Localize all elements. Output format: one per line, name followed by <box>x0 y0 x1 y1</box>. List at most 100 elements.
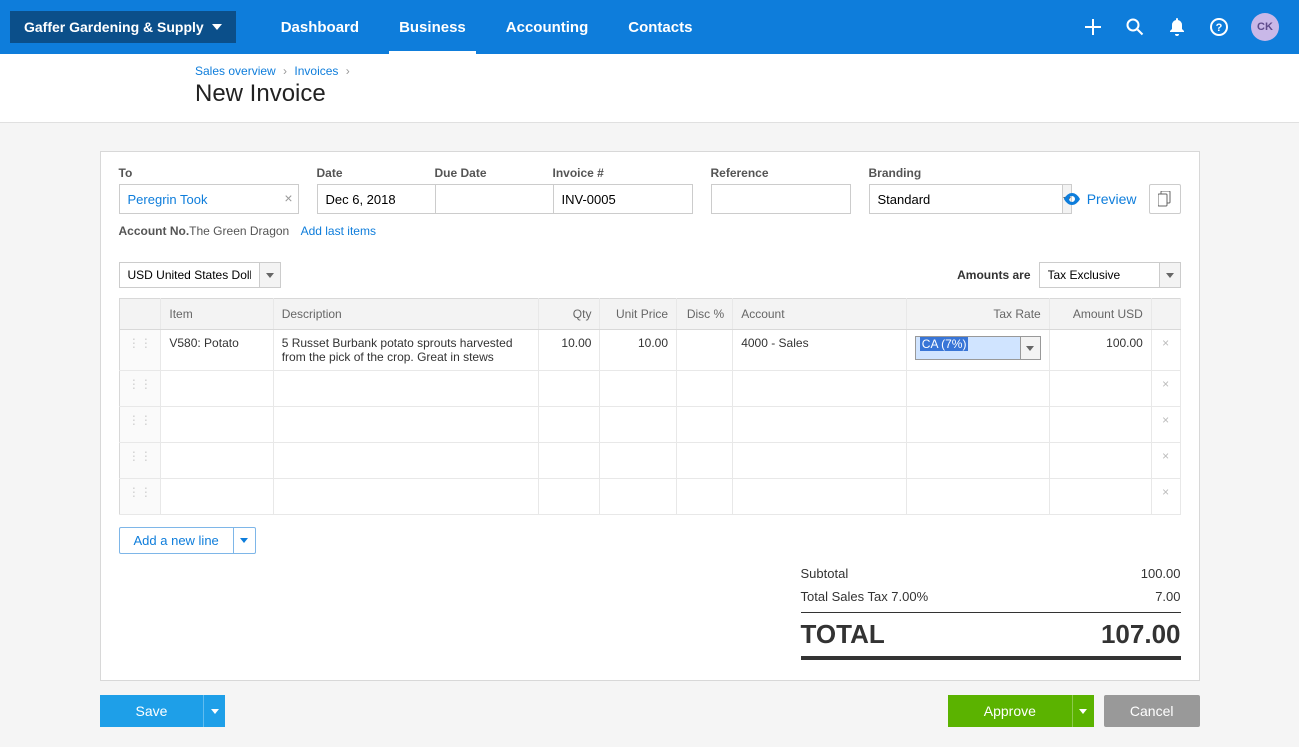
disc-cell[interactable] <box>677 443 733 479</box>
col-amount[interactable]: Amount USD <box>1049 299 1151 330</box>
date-label[interactable]: Date <box>317 166 417 180</box>
account-cell[interactable] <box>733 371 907 407</box>
qty-cell[interactable]: 10.00 <box>539 330 600 371</box>
currency-dropdown-button[interactable] <box>259 262 281 288</box>
delete-row-icon[interactable]: × <box>1151 407 1180 443</box>
invoice-no-input[interactable] <box>553 184 693 214</box>
col-unit-price[interactable]: Unit Price <box>600 299 677 330</box>
item-cell[interactable] <box>161 371 273 407</box>
item-cell[interactable] <box>161 443 273 479</box>
due-date-label[interactable]: Due Date <box>435 166 535 180</box>
table-row[interactable]: ⋮⋮ V580: Potato 5 Russet Burbank potato … <box>119 330 1180 371</box>
branding-label[interactable]: Branding <box>869 166 1019 180</box>
col-qty[interactable]: Qty <box>539 299 600 330</box>
tax-rate-cell[interactable] <box>906 443 1049 479</box>
nav-contacts[interactable]: Contacts <box>608 1 712 54</box>
col-account[interactable]: Account <box>733 299 907 330</box>
plus-icon[interactable] <box>1083 17 1103 37</box>
disc-cell[interactable] <box>677 330 733 371</box>
tax-rate-cell[interactable] <box>906 407 1049 443</box>
tax-rate-dropdown-button[interactable] <box>1021 336 1041 360</box>
reference-label[interactable]: Reference <box>711 166 851 180</box>
col-item[interactable]: Item <box>161 299 273 330</box>
disc-cell[interactable] <box>677 371 733 407</box>
account-cell[interactable] <box>733 443 907 479</box>
col-tax-rate[interactable]: Tax Rate <box>906 299 1049 330</box>
account-cell[interactable] <box>733 479 907 515</box>
bell-icon[interactable] <box>1167 17 1187 37</box>
nav-dashboard[interactable]: Dashboard <box>261 1 379 54</box>
unit-price-cell[interactable] <box>600 407 677 443</box>
unit-price-cell[interactable] <box>600 479 677 515</box>
delete-row-icon[interactable]: × <box>1151 330 1180 371</box>
invoice-no-label[interactable]: Invoice # <box>553 166 693 180</box>
account-cell[interactable]: 4000 - Sales <box>733 330 907 371</box>
drag-handle-icon[interactable]: ⋮⋮ <box>119 407 161 443</box>
table-row[interactable]: ⋮⋮ × <box>119 443 1180 479</box>
qty-cell[interactable] <box>539 443 600 479</box>
description-cell[interactable] <box>273 407 539 443</box>
description-cell[interactable] <box>273 371 539 407</box>
drag-handle-icon[interactable]: ⋮⋮ <box>119 443 161 479</box>
add-last-items-link[interactable]: Add last items <box>301 224 376 238</box>
to-input[interactable] <box>119 184 299 214</box>
description-cell[interactable] <box>273 479 539 515</box>
disc-cell[interactable] <box>677 407 733 443</box>
branding-select[interactable] <box>869 184 1062 214</box>
add-line-button[interactable]: Add a new line <box>119 527 234 554</box>
amounts-are-select[interactable] <box>1039 262 1159 288</box>
preview-link[interactable]: Preview <box>1063 191 1137 207</box>
reference-input[interactable] <box>711 184 851 214</box>
table-row[interactable]: ⋮⋮ × <box>119 371 1180 407</box>
breadcrumb-sales-overview[interactable]: Sales overview <box>195 64 276 78</box>
copy-button[interactable] <box>1149 184 1181 214</box>
breadcrumb-invoices[interactable]: Invoices <box>294 64 338 78</box>
drag-handle-icon[interactable]: ⋮⋮ <box>119 330 161 371</box>
item-cell[interactable] <box>161 407 273 443</box>
avatar[interactable]: CK <box>1251 13 1279 41</box>
unit-price-cell[interactable] <box>600 371 677 407</box>
nav-accounting[interactable]: Accounting <box>486 1 609 54</box>
unit-price-cell[interactable]: 10.00 <box>600 330 677 371</box>
add-line-dropdown-button[interactable] <box>234 527 256 554</box>
qty-cell[interactable] <box>539 479 600 515</box>
amount-cell[interactable] <box>1049 371 1151 407</box>
nav-business[interactable]: Business <box>379 1 486 54</box>
currency-select[interactable] <box>119 262 259 288</box>
to-label[interactable]: To <box>119 166 299 180</box>
delete-row-icon[interactable]: × <box>1151 479 1180 515</box>
amount-cell[interactable] <box>1049 479 1151 515</box>
table-row[interactable]: ⋮⋮ × <box>119 407 1180 443</box>
tax-rate-cell[interactable] <box>906 371 1049 407</box>
col-disc[interactable]: Disc % <box>677 299 733 330</box>
description-cell[interactable]: 5 Russet Burbank potato sprouts harveste… <box>273 330 539 371</box>
amounts-are-dropdown-button[interactable] <box>1159 262 1181 288</box>
unit-price-cell[interactable] <box>600 443 677 479</box>
clear-to-icon[interactable]: × <box>284 190 292 206</box>
description-cell[interactable] <box>273 443 539 479</box>
delete-row-icon[interactable]: × <box>1151 371 1180 407</box>
account-cell[interactable] <box>733 407 907 443</box>
drag-handle-icon[interactable]: ⋮⋮ <box>119 371 161 407</box>
amount-cell[interactable] <box>1049 443 1151 479</box>
tax-rate-input[interactable]: CA (7%) <box>915 336 1021 360</box>
item-cell[interactable]: V580: Potato <box>161 330 273 371</box>
qty-cell[interactable] <box>539 371 600 407</box>
col-description[interactable]: Description <box>273 299 539 330</box>
save-button[interactable]: Save <box>100 695 204 727</box>
table-row[interactable]: ⋮⋮ × <box>119 479 1180 515</box>
search-icon[interactable] <box>1125 17 1145 37</box>
delete-row-icon[interactable]: × <box>1151 443 1180 479</box>
save-dropdown-button[interactable] <box>203 695 225 727</box>
item-cell[interactable] <box>161 479 273 515</box>
tax-rate-cell[interactable] <box>906 479 1049 515</box>
amount-cell[interactable]: 100.00 <box>1049 330 1151 371</box>
amount-cell[interactable] <box>1049 407 1151 443</box>
cancel-button[interactable]: Cancel <box>1104 695 1200 727</box>
help-icon[interactable]: ? <box>1209 17 1229 37</box>
org-selector[interactable]: Gaffer Gardening & Supply <box>10 11 236 43</box>
qty-cell[interactable] <box>539 407 600 443</box>
disc-cell[interactable] <box>677 479 733 515</box>
drag-handle-icon[interactable]: ⋮⋮ <box>119 479 161 515</box>
approve-dropdown-button[interactable] <box>1072 695 1094 727</box>
